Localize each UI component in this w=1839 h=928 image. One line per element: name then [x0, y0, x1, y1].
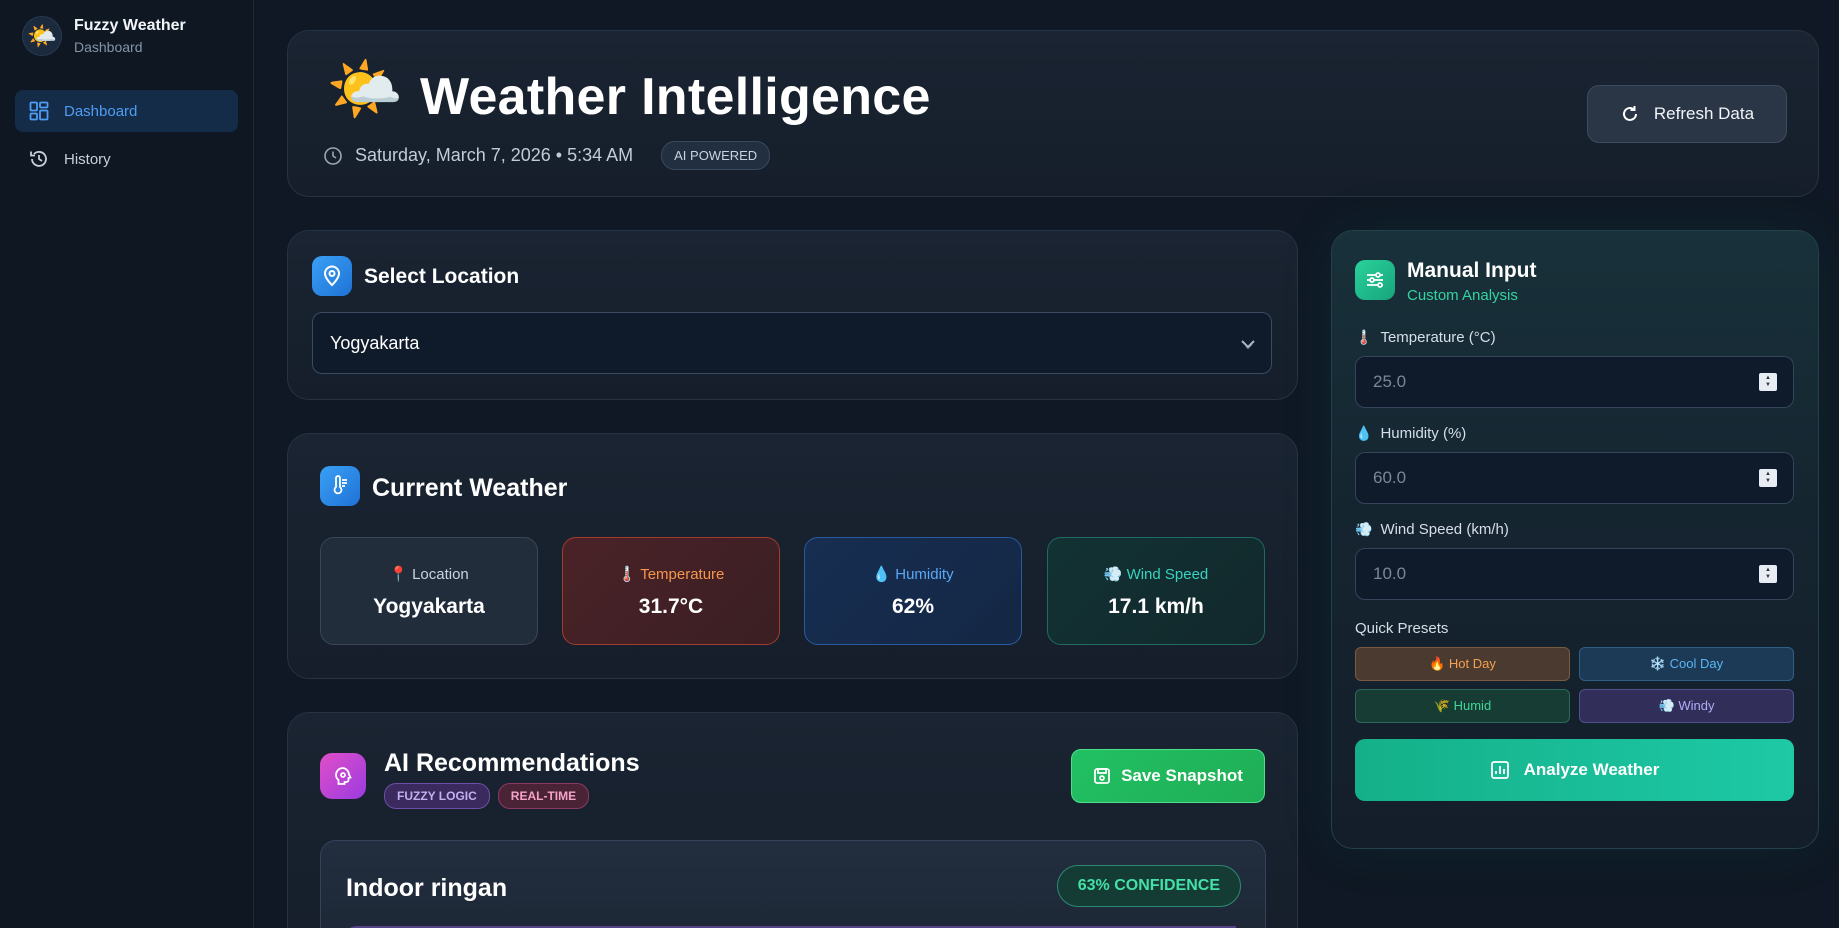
location-selected-value: Yogyakarta: [330, 332, 420, 353]
ai-recommendations-card: AI Recommendations FUZZY LOGIC REAL-TIME…: [287, 712, 1298, 928]
chevron-down-icon: [1241, 340, 1255, 350]
manual-input-card: Manual Input Custom Analysis 🌡️ Temperat…: [1331, 230, 1819, 849]
ai-tags: FUZZY LOGIC REAL-TIME: [384, 783, 597, 809]
brand-subtitle: Dashboard: [74, 39, 143, 55]
quick-presets-label: Quick Presets: [1355, 620, 1449, 637]
metric-wind-speed: 💨 Wind Speed 17.1 km/h: [1047, 537, 1265, 645]
droplet-icon: 💧: [1355, 425, 1373, 441]
save-icon: [1094, 768, 1110, 784]
location-title: Select Location: [364, 265, 520, 288]
sun-cloud-icon: 🌤️: [326, 55, 404, 124]
recommendation-box: Indoor ringan 63% CONFIDENCE: [320, 840, 1266, 928]
metric-temperature: 🌡️ Temperature 31.7°C: [562, 537, 780, 645]
wind-icon: 💨: [1355, 521, 1373, 537]
fuzzy-logic-tag: FUZZY LOGIC: [384, 783, 490, 809]
preset-cool-day-button[interactable]: ❄️ Cool Day: [1579, 647, 1794, 681]
recommendation-title: Indoor ringan: [346, 874, 508, 902]
thermometer-icon: [320, 466, 360, 506]
brain-icon: [320, 753, 366, 799]
dashboard-icon: [28, 100, 50, 122]
current-datetime: Saturday, March 7, 2026 • 5:34 AM: [355, 145, 634, 165]
humidity-stepper[interactable]: ▲ ▼: [1759, 469, 1777, 487]
preset-hot-day-button[interactable]: 🔥 Hot Day: [1355, 647, 1570, 681]
sidebar-item-dashboard[interactable]: Dashboard: [15, 90, 238, 132]
header-card: 🌤️ Weather Intelligence Saturday, March …: [287, 30, 1819, 197]
manual-input-title: Manual Input: [1407, 259, 1537, 282]
refresh-icon: [1622, 106, 1637, 121]
sidebar: 🌤️ Fuzzy Weather Dashboard Dashboard His…: [0, 0, 254, 928]
refresh-data-button[interactable]: Refresh Data: [1587, 85, 1787, 143]
analyze-weather-button[interactable]: Analyze Weather: [1355, 739, 1794, 801]
preset-humid-button[interactable]: 🌾 Humid: [1355, 689, 1570, 723]
sliders-icon: [1355, 260, 1395, 300]
clock-icon: [324, 146, 342, 165]
history-icon: [28, 148, 50, 170]
current-weather-title: Current Weather: [372, 474, 568, 502]
save-snapshot-button[interactable]: Save Snapshot: [1071, 749, 1265, 803]
page-title: Weather Intelligence: [420, 68, 931, 126]
droplet-icon: 💧: [872, 566, 892, 583]
metric-humidity: 💧 Humidity 62%: [804, 537, 1022, 645]
chart-icon: [1490, 761, 1509, 779]
map-pin-icon: [312, 256, 352, 296]
pin-icon: 📍: [389, 566, 408, 583]
temperature-label: 🌡️ Temperature (°C): [1355, 329, 1496, 346]
humidity-input[interactable]: 60.0 ▲ ▼: [1355, 452, 1794, 504]
wind-icon: 💨: [1103, 566, 1123, 583]
sidebar-item-label: History: [64, 150, 111, 168]
thermometer-icon: 🌡️: [617, 566, 637, 583]
preset-windy-button[interactable]: 💨 Windy: [1579, 689, 1794, 723]
location-select[interactable]: Yogyakarta: [312, 312, 1272, 374]
wind-speed-stepper[interactable]: ▲ ▼: [1759, 565, 1777, 583]
humidity-label: 💧 Humidity (%): [1355, 425, 1467, 442]
manual-input-subtitle: Custom Analysis: [1407, 287, 1518, 304]
temperature-stepper[interactable]: ▲ ▼: [1759, 373, 1777, 391]
date-row: Saturday, March 7, 2026 • 5:34 AM AI POW…: [323, 141, 771, 170]
ai-title: AI Recommendations: [384, 749, 640, 777]
thermometer-icon: 🌡️: [1355, 329, 1373, 345]
temperature-input[interactable]: 25.0 ▲ ▼: [1355, 356, 1794, 408]
metric-location: 📍 Location Yogyakarta: [320, 537, 538, 645]
brand: 🌤️ Fuzzy Weather Dashboard: [22, 16, 186, 56]
wind-speed-input[interactable]: 10.0 ▲ ▼: [1355, 548, 1794, 600]
current-weather-card: Current Weather 📍 Location Yogyakarta 🌡️…: [287, 433, 1298, 679]
location-card: Select Location Yogyakarta: [287, 230, 1298, 400]
ai-powered-badge: AI POWERED: [661, 141, 771, 170]
wind-speed-label: 💨 Wind Speed (km/h): [1355, 521, 1509, 538]
sidebar-item-history[interactable]: History: [15, 138, 238, 180]
sun-cloud-icon: 🌤️: [22, 16, 62, 56]
confidence-badge: 63% CONFIDENCE: [1056, 865, 1241, 907]
real-time-tag: REAL-TIME: [497, 783, 590, 809]
brand-title: Fuzzy Weather: [74, 17, 186, 34]
sidebar-nav: Dashboard History: [15, 90, 238, 186]
sidebar-item-label: Dashboard: [64, 102, 138, 120]
